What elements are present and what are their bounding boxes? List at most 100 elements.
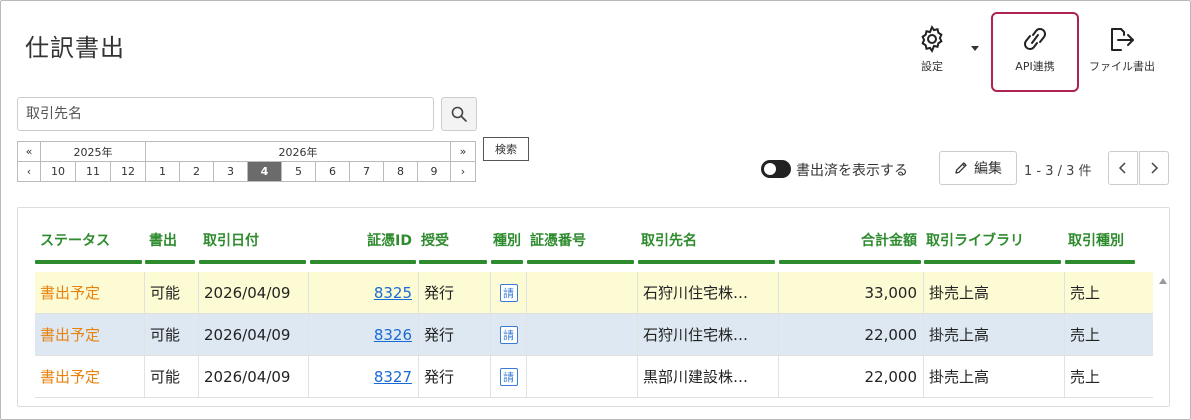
page-next-button[interactable]: [1139, 151, 1169, 185]
settings-button[interactable]: 設定: [897, 18, 967, 88]
col-header-partner[interactable]: 取引先名: [641, 230, 697, 250]
table-row[interactable]: 書出予定 可能 2026/04/09 8326 発行 請 石狩川住宅株… 22,…: [35, 314, 1153, 355]
cell-give-receive: 発行: [419, 356, 491, 397]
year-label-prev: 2025年: [40, 141, 146, 162]
table-row[interactable]: 書出予定 可能 2026/04/09 8327 発行 請 黒部川建設株… 22,…: [35, 356, 1153, 397]
month-3[interactable]: 3: [213, 161, 248, 182]
partner-search-input[interactable]: [17, 97, 434, 131]
cell-amount: 22,000: [779, 356, 924, 397]
month-5[interactable]: 5: [281, 161, 316, 182]
cell-kind: 請: [491, 272, 527, 313]
col-underline: [924, 260, 1061, 264]
search-icon: [451, 106, 467, 122]
cell-export: 可能: [145, 356, 199, 397]
gear-icon: [921, 24, 943, 54]
file-export-label: ファイル書出: [1089, 60, 1155, 73]
col-header-library[interactable]: 取引ライブラリ: [926, 230, 1024, 250]
col-underline: [145, 260, 195, 264]
col-underline: [199, 260, 306, 264]
cell-voucher-id: 8326: [309, 314, 419, 355]
cell-partner: 石狩川住宅株…: [638, 314, 779, 355]
show-exported-toggle[interactable]: [761, 160, 791, 178]
col-header-trans-type[interactable]: 取引種別: [1068, 230, 1124, 250]
invoice-kind-icon[interactable]: 請: [499, 367, 518, 386]
toggle-knob: [764, 163, 776, 175]
page-title: 仕訳書出: [25, 34, 125, 62]
table-row[interactable]: 書出予定 可能 2026/04/09 8325 発行 請 石狩川住宅株… 33,…: [35, 272, 1153, 313]
col-underline: [527, 260, 634, 264]
cell-date: 2026/04/09: [199, 356, 309, 397]
cell-voucher-no: [527, 314, 638, 355]
col-header-status[interactable]: ステータス: [40, 230, 110, 250]
col-underline: [1065, 260, 1135, 264]
month-2[interactable]: 2: [179, 161, 214, 182]
cell-status: 書出予定: [35, 272, 145, 313]
chevron-right-icon: [1151, 162, 1159, 174]
cell-date: 2026/04/09: [199, 314, 309, 355]
cell-export: 可能: [145, 314, 199, 355]
month-1[interactable]: 1: [145, 161, 180, 182]
month-10[interactable]: 10: [40, 161, 76, 182]
voucher-id-link[interactable]: 8325: [374, 284, 412, 302]
month-6[interactable]: 6: [315, 161, 350, 182]
month-11[interactable]: 11: [75, 161, 111, 182]
year-fast-next-button[interactable]: »: [450, 141, 476, 162]
journal-table: ステータス 書出 取引日付 証憑ID 授受 種別 証憑番号 取引先名 合計金額 …: [17, 207, 1170, 407]
cell-export: 可能: [145, 272, 199, 313]
cell-library: 掛売上高: [924, 314, 1065, 355]
col-underline: [310, 260, 416, 264]
month-8[interactable]: 8: [383, 161, 418, 182]
scroll-up-icon[interactable]: [1158, 276, 1168, 286]
col-header-amount[interactable]: 合計金額: [780, 230, 917, 250]
api-integration-label: API連携: [1015, 60, 1055, 73]
voucher-id-link[interactable]: 8326: [374, 326, 412, 344]
col-underline: [419, 260, 487, 264]
col-header-export[interactable]: 書出: [149, 230, 177, 250]
col-header-date[interactable]: 取引日付: [203, 230, 259, 250]
cell-voucher-id: 8325: [309, 272, 419, 313]
search-button[interactable]: [441, 97, 477, 131]
cell-library: 掛売上高: [924, 272, 1065, 313]
caret-down-icon[interactable]: [969, 42, 981, 54]
col-underline: [491, 260, 523, 264]
chevron-left-icon: [1118, 162, 1126, 174]
cell-date: 2026/04/09: [199, 272, 309, 313]
edit-button[interactable]: 編集: [939, 151, 1017, 185]
cell-voucher-no: [527, 356, 638, 397]
cell-kind: 請: [491, 356, 527, 397]
cell-give-receive: 発行: [419, 272, 491, 313]
pagination-info: 1 - 3 / 3 件: [1024, 164, 1092, 179]
col-underline: [35, 260, 142, 264]
row-divider: [35, 313, 1153, 314]
cell-status: 書出予定: [35, 356, 145, 397]
search-tooltip: 検索: [483, 137, 529, 161]
month-9[interactable]: 9: [417, 161, 451, 182]
col-header-give-receive[interactable]: 授受: [421, 230, 449, 250]
voucher-id-link[interactable]: 8327: [374, 368, 412, 386]
cell-trans-type: 売上: [1070, 368, 1101, 386]
cell-give-receive: 発行: [419, 314, 491, 355]
year-fast-prev-button[interactable]: «: [17, 141, 41, 162]
month-prev-button[interactable]: ‹: [17, 161, 41, 182]
api-integration-button[interactable]: API連携: [991, 12, 1079, 92]
invoice-kind-icon[interactable]: 請: [499, 283, 518, 302]
show-exported-label: 書出済を表示する: [796, 163, 908, 179]
cell-amount: 22,000: [779, 314, 924, 355]
invoice-kind-icon[interactable]: 請: [499, 325, 518, 344]
month-4[interactable]: 4: [247, 161, 282, 182]
col-header-kind[interactable]: 種別: [493, 230, 521, 250]
cell-partner: 黒部川建設株…: [638, 356, 779, 397]
file-export-button[interactable]: ファイル書出: [1082, 18, 1162, 88]
cell-voucher-id: 8327: [309, 356, 419, 397]
month-next-button[interactable]: ›: [450, 161, 476, 182]
cell-voucher-no: [527, 272, 638, 313]
month-7[interactable]: 7: [349, 161, 384, 182]
year-label-next: 2026年: [145, 141, 451, 162]
row-divider: [35, 355, 1153, 356]
page-prev-button[interactable]: [1108, 151, 1138, 185]
settings-label: 設定: [921, 60, 943, 73]
col-header-voucher-no[interactable]: 証憑番号: [530, 230, 586, 250]
col-header-voucher-id[interactable]: 証憑ID: [308, 230, 412, 250]
export-icon: [1111, 28, 1134, 51]
month-12[interactable]: 12: [110, 161, 146, 182]
